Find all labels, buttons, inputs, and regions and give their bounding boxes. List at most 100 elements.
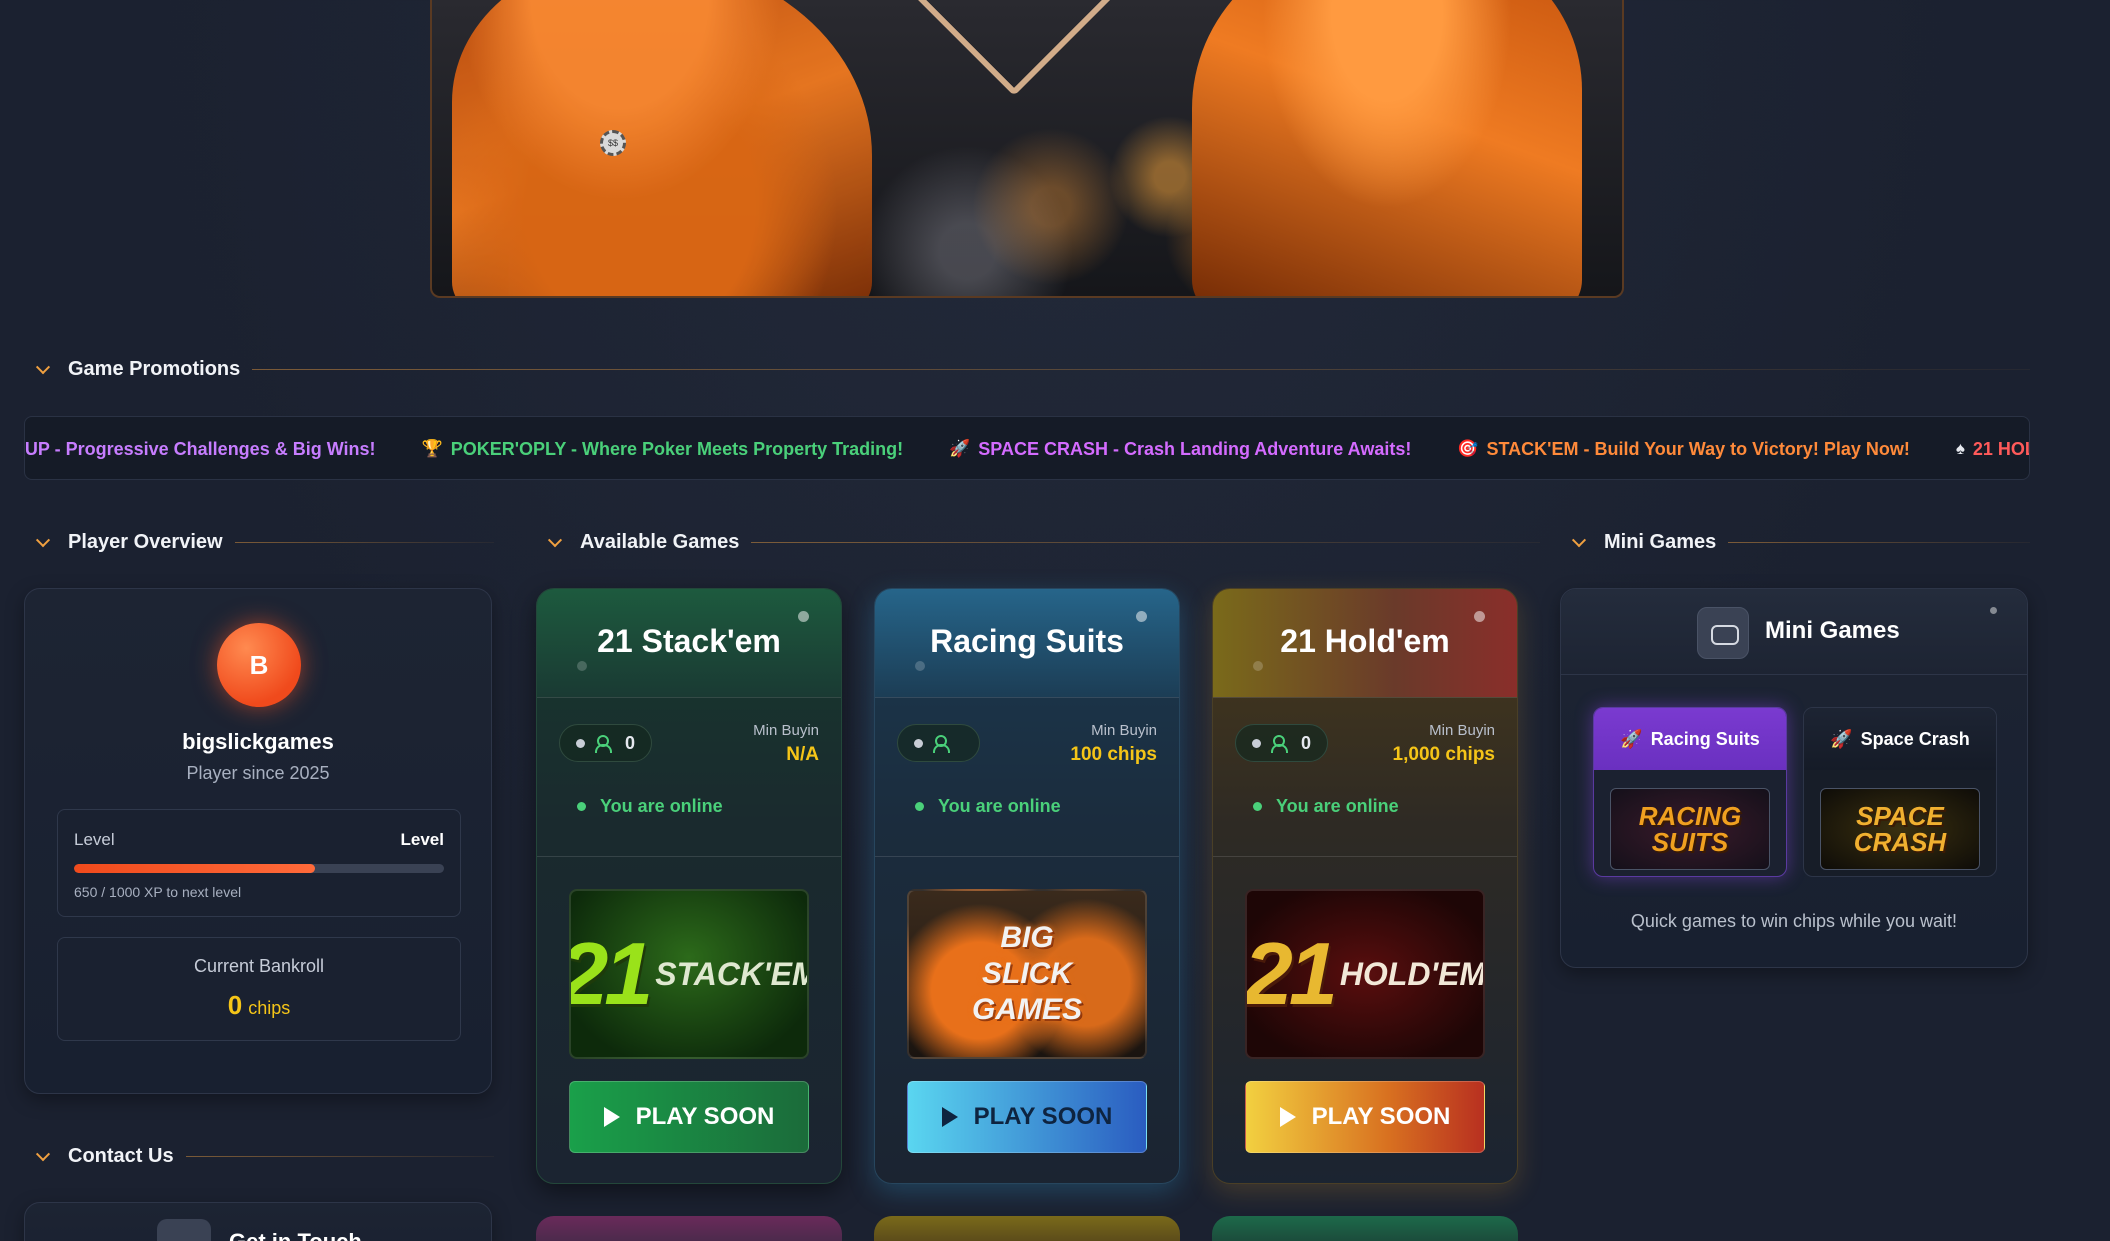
game-card-header: 21 Stack'em: [537, 589, 841, 697]
mini-game-thumbnail: SPACE CRASH: [1820, 788, 1980, 870]
contact-title: Get in Touch: [229, 1229, 362, 1241]
xp-progress-fill: [74, 864, 315, 873]
promotion-item[interactable]: LTI'UP - Progressive Challenges & Big Wi…: [25, 439, 376, 460]
player-count: 0: [1301, 732, 1312, 753]
promotion-item[interactable]: 🎯 STACK'EM - Build Your Way to Victory! P…: [1457, 439, 1910, 460]
promotion-item[interactable]: 🚀 SPACE CRASH - Crash Landing Adventure A…: [949, 439, 1411, 460]
section-player-overview[interactable]: Player Overview: [35, 531, 494, 554]
decor-dot: [798, 611, 809, 622]
mini-game-space-crash[interactable]: 🚀 Space Crash SPACE CRASH: [1803, 707, 1997, 877]
avatar[interactable]: B: [217, 623, 301, 707]
mini-games-footer: Quick games to win chips while you wait!: [1630, 911, 1958, 931]
chevron-down-icon: [35, 359, 51, 374]
thumbnail-number: 21: [571, 924, 653, 1023]
section-title: Game Promotions: [68, 358, 241, 380]
divider: [252, 369, 2030, 370]
thumbnail-line: BIG: [1000, 921, 1054, 954]
game-card-partial: [536, 1216, 842, 1241]
game-card-header: Racing Suits: [875, 589, 1179, 697]
game-thumbnail[interactable]: BIG SLICK GAMES: [907, 889, 1147, 1059]
play-icon: [941, 1107, 958, 1127]
mini-game-thumbnail: RACING SUITS: [1610, 788, 1770, 870]
play-soon-button[interactable]: PLAY SOON: [569, 1081, 809, 1153]
promotion-text: 21 HOLD'EM: [1972, 438, 2029, 459]
section-game-promotions[interactable]: Game Promotions: [35, 358, 2030, 381]
player-count-pill: 0: [1235, 724, 1329, 762]
message-icon: [157, 1219, 211, 1241]
section-mini-games[interactable]: Mini Games: [1571, 531, 2030, 554]
game-card-racing-suits: Racing Suits Min Buyin 100 chips You are…: [874, 588, 1180, 1184]
min-buyin-label: Min Buyin: [1091, 722, 1157, 739]
mini-game-racing-suits[interactable]: 🚀 Racing Suits RACING SUITS: [1593, 707, 1787, 877]
promotion-text: STACK'EM - Build Your Way to Victory! Pl…: [1486, 438, 1910, 459]
bankroll-box: Current Bankroll 0 chips: [57, 937, 461, 1041]
play-soon-button[interactable]: PLAY SOON: [1245, 1081, 1485, 1153]
game-info: Min Buyin 100 chips You are online: [875, 697, 1179, 857]
decor-dot: [1136, 611, 1147, 622]
chevron-down-icon: [547, 532, 563, 547]
xp-progress-bar: [74, 864, 444, 873]
section-contact-us[interactable]: Contact Us: [35, 1145, 494, 1168]
section-available-games[interactable]: Available Games: [547, 531, 1540, 554]
thumbnail-line: GAMES: [971, 993, 1082, 1026]
divider: [185, 1156, 494, 1157]
mini-games-card: Mini Games 🚀 Racing Suits RACING SUITS 🚀…: [1560, 588, 2028, 968]
decor-dot: [1990, 607, 1997, 614]
thumbnail-subtitle: STACK'EM: [655, 955, 809, 992]
promotion-icon: 🎯: [1457, 439, 1479, 458]
online-text: You are online: [1276, 796, 1399, 816]
decor-dot: [577, 661, 587, 671]
player-count-pill: 0: [559, 724, 653, 762]
player-since: Player since 2025: [186, 763, 330, 783]
users-icon: [1271, 735, 1291, 753]
game-card-21-holdem: 21 Hold'em 0 Min Buyin 1,000 chips You a…: [1212, 588, 1518, 1184]
play-soon-button[interactable]: PLAY SOON: [907, 1081, 1147, 1153]
bankroll-label: Current Bankroll: [193, 956, 325, 976]
min-buyin-value: N/A: [786, 744, 819, 765]
hero-character-right: [1192, 0, 1582, 296]
player-count-pill: [897, 724, 980, 762]
online-dot-icon: [915, 802, 924, 811]
online-status: You are online: [915, 796, 1061, 817]
game-thumbnail[interactable]: 21 STACK'EM: [569, 889, 809, 1059]
button-label: PLAY SOON: [1311, 1103, 1451, 1130]
promotion-text: POKER'OPLY - Where Poker Meets Property …: [450, 438, 904, 459]
promotion-text: SPACE CRASH - Crash Landing Adventure Aw…: [978, 438, 1412, 459]
promotion-icon: 🏆: [421, 439, 443, 458]
button-label: PLAY SOON: [635, 1103, 775, 1130]
min-buyin-value: 100 chips: [1070, 744, 1157, 765]
chevron-down-icon: [35, 532, 51, 547]
game-card-21-stackem: 21 Stack'em 0 Min Buyin N/A You are onli…: [536, 588, 842, 1184]
mini-game-label: Racing Suits: [1650, 728, 1760, 749]
bankroll-value-row: 0 chips: [58, 990, 460, 1021]
promotion-item[interactable]: 🏆 POKER'OPLY - Where Poker Meets Property…: [422, 439, 904, 460]
min-buyin-label: Min Buyin: [753, 722, 819, 739]
game-thumbnail[interactable]: 21 HOLD'EM: [1245, 889, 1485, 1059]
game-title: 21 Hold'em: [1280, 623, 1450, 659]
online-text: You are online: [600, 796, 723, 816]
divider: [1728, 542, 2030, 543]
section-title: Available Games: [580, 531, 740, 553]
level-value: Level: [400, 830, 444, 849]
thumbnail-logo: 21 HOLD'EM: [1247, 891, 1483, 1057]
game-card-header: 21 Hold'em: [1213, 589, 1517, 697]
promotion-icon: ♠: [1955, 439, 1965, 458]
player-count: 0: [625, 732, 636, 753]
chevron-down-icon: [1571, 532, 1587, 547]
min-buyin-value: 1,000 chips: [1392, 744, 1495, 765]
mini-games-header: Mini Games: [1561, 589, 2027, 675]
thumbnail-logo: BIG SLICK GAMES: [909, 891, 1145, 1057]
online-status: You are online: [1253, 796, 1399, 817]
game-card-partial: [874, 1216, 1180, 1241]
status-dot: [914, 738, 923, 748]
contact-card: Get in Touch: [24, 1202, 492, 1241]
hero-logo-chevron: [893, 0, 1121, 97]
promotions-ticker: LTI'UP - Progressive Challenges & Big Wi…: [24, 416, 2030, 480]
decor-dot: [915, 661, 925, 671]
mini-game-label: Space Crash: [1860, 728, 1970, 749]
level-box: Level Level 650 / 1000 XP to next level: [57, 809, 461, 917]
section-title: Contact Us: [68, 1145, 174, 1167]
promotion-item[interactable]: ♠ 21 HOLD'EM: [1955, 438, 2029, 460]
player-overview-card: B bigslickgames Player since 2025 Level …: [24, 588, 492, 1094]
thumbnail-subtitle: HOLD'EM: [1339, 955, 1485, 992]
